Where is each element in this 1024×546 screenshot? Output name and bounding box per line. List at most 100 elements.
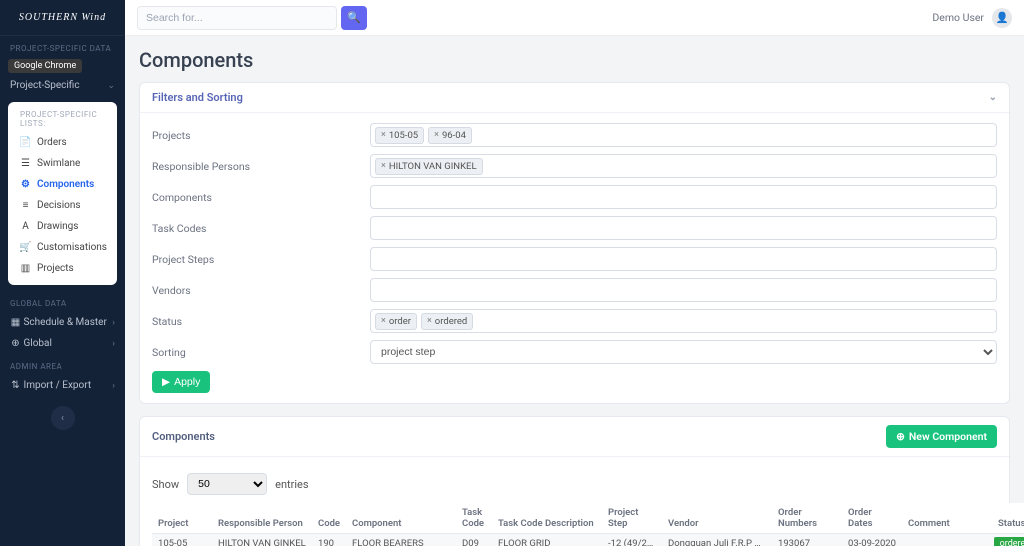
label-sorting: Sorting <box>152 346 362 359</box>
chip-project-1[interactable]: ×105-05 <box>375 127 424 144</box>
browser-tag: Google Chrome <box>8 59 82 73</box>
chip-person-1[interactable]: ×HILTON VAN GINKEL <box>375 158 483 175</box>
input-components[interactable] <box>370 185 997 209</box>
table-row[interactable]: 105-05HILTON VAN GINKEL190FLOOR BEARERSD… <box>152 534 1024 546</box>
col-vendor[interactable]: Vendor <box>662 503 772 534</box>
cart-icon: 🛒 <box>20 242 31 253</box>
chip-project-2[interactable]: ×96-04 <box>428 127 472 144</box>
col-ordernum[interactable]: Order Numbers <box>772 503 842 534</box>
sidebar-section-global: GLOBAL DATA <box>0 291 125 312</box>
close-icon[interactable]: × <box>381 161 386 171</box>
topbar-user[interactable]: Demo User 👤 <box>932 8 1012 28</box>
col-status[interactable]: Status <box>992 503 1024 534</box>
sidebar: SOUTHERN Wind PROJECT-SPECIFIC DATA Goog… <box>0 0 125 546</box>
sidebar-lists-card: PROJECT-SPECIFIC LISTS: 📄Orders ☰Swimlan… <box>8 102 117 285</box>
brand-text: SOUTHERN Wind <box>19 12 106 23</box>
input-projectsteps[interactable] <box>370 247 997 271</box>
chevron-down-icon: ⌄ <box>107 81 115 91</box>
sidebar-section-project: PROJECT-SPECIFIC DATA <box>0 36 125 57</box>
sidebar-item-decisions[interactable]: ≡Decisions <box>12 195 113 216</box>
transfer-icon: ⇅ <box>10 380 21 391</box>
font-icon: A <box>20 221 31 232</box>
filters-header[interactable]: Filters and Sorting ⌄ <box>140 83 1009 113</box>
lines-icon: ≡ <box>20 200 31 211</box>
label-projectsteps: Project Steps <box>152 253 362 266</box>
filters-body: Projects ×105-05 ×96-04 Responsible Pers… <box>140 113 1009 403</box>
table-cell: 105-05 <box>152 534 212 546</box>
search-group: 🔍 <box>137 6 367 30</box>
components-panel: Components ⊕New Component Show 50 entrie… <box>139 416 1010 546</box>
sorting-select[interactable]: project step <box>370 340 997 364</box>
topbar: 🔍 Demo User 👤 <box>125 0 1024 36</box>
close-icon[interactable]: × <box>427 316 432 326</box>
label-taskcodes: Task Codes <box>152 222 362 235</box>
chip-status-1[interactable]: ×order <box>375 313 417 330</box>
components-table: Project Responsible Person Code Componen… <box>152 503 1024 546</box>
table-cell <box>902 534 992 546</box>
table-cell: FLOOR GRID <box>492 534 602 546</box>
sidebar-item-schedule[interactable]: ▦ Schedule & Master› <box>0 312 125 333</box>
input-status[interactable]: ×order ×ordered <box>370 309 997 333</box>
components-header: Components ⊕New Component <box>140 417 1009 457</box>
status-cell: ordered <box>992 534 1024 546</box>
col-taskdesc[interactable]: Task Code Description <box>492 503 602 534</box>
sidebar-collapse-button[interactable]: ‹ <box>51 406 75 430</box>
list-icon: ☰ <box>20 158 31 169</box>
table-cell: 03-09-2020 <box>842 534 902 546</box>
close-icon[interactable]: × <box>381 130 386 140</box>
col-person[interactable]: Responsible Person <box>212 503 312 534</box>
new-component-button[interactable]: ⊕New Component <box>886 425 997 448</box>
table-header-row: Project Responsible Person Code Componen… <box>152 503 1024 534</box>
close-icon[interactable]: × <box>381 316 386 326</box>
chevron-right-icon: › <box>112 381 115 391</box>
input-persons[interactable]: ×HILTON VAN GINKEL <box>370 154 997 178</box>
search-input[interactable] <box>137 6 337 30</box>
status-badge: ordered <box>994 537 1024 546</box>
input-taskcodes[interactable] <box>370 216 997 240</box>
sidebar-section-admin: ADMIN AREA <box>0 354 125 375</box>
sidebar-item-projects[interactable]: ▥Projects <box>12 258 113 279</box>
col-project[interactable]: Project <box>152 503 212 534</box>
col-code[interactable]: Code <box>312 503 346 534</box>
col-comment[interactable]: Comment <box>902 503 992 534</box>
sidebar-item-swimlane[interactable]: ☰Swimlane <box>12 153 113 174</box>
filters-panel: Filters and Sorting ⌄ Projects ×105-05 ×… <box>139 82 1010 404</box>
table-cell: D09 <box>456 534 492 546</box>
sidebar-project-specific[interactable]: Project-Specific ⌄ <box>0 75 125 96</box>
search-button[interactable]: 🔍 <box>341 6 367 30</box>
input-projects[interactable]: ×105-05 ×96-04 <box>370 123 997 147</box>
entries-select[interactable]: 50 <box>187 473 267 495</box>
table-cell: 193067 <box>772 534 842 546</box>
col-orderdate[interactable]: Order Dates <box>842 503 902 534</box>
sidebar-item-customisations[interactable]: 🛒Customisations <box>12 237 113 258</box>
search-icon: 🔍 <box>347 11 361 24</box>
user-name: Demo User <box>932 11 984 24</box>
main-content: Components Filters and Sorting ⌄ Project… <box>125 36 1024 546</box>
entries-control: Show 50 entries <box>152 473 997 495</box>
globe-icon: ⊕ <box>10 338 21 349</box>
table-cell: HILTON VAN GINKEL <box>212 534 312 546</box>
chip-status-2[interactable]: ×ordered <box>421 313 473 330</box>
chevron-right-icon: › <box>112 339 115 349</box>
input-vendors[interactable] <box>370 278 997 302</box>
plus-icon: ⊕ <box>896 430 905 443</box>
table-cell: FLOOR BEARERS <box>346 534 456 546</box>
apply-button[interactable]: ▶Apply <box>152 371 210 393</box>
sidebar-item-global[interactable]: ⊕ Global› <box>0 333 125 354</box>
label-components: Components <box>152 191 362 204</box>
col-component[interactable]: Component <box>346 503 456 534</box>
sidebar-item-drawings[interactable]: ADrawings <box>12 216 113 237</box>
calendar-icon: ▦ <box>10 317 21 328</box>
sidebar-item-components[interactable]: ⚙Components <box>12 174 113 195</box>
table-cell: -12 (49/2020) <box>602 534 662 546</box>
chevron-right-icon: › <box>112 318 115 328</box>
sidebar-item-orders[interactable]: 📄Orders <box>12 132 113 153</box>
close-icon[interactable]: × <box>434 130 439 140</box>
col-step[interactable]: Project Step <box>602 503 662 534</box>
entries-label: entries <box>275 478 308 491</box>
page-title: Components <box>139 48 1010 72</box>
col-taskcode[interactable]: Task Code <box>456 503 492 534</box>
label-projects: Projects <box>152 129 362 142</box>
sidebar-item-import-export[interactable]: ⇅ Import / Export› <box>0 375 125 396</box>
gear-icon: ⚙ <box>20 179 31 190</box>
